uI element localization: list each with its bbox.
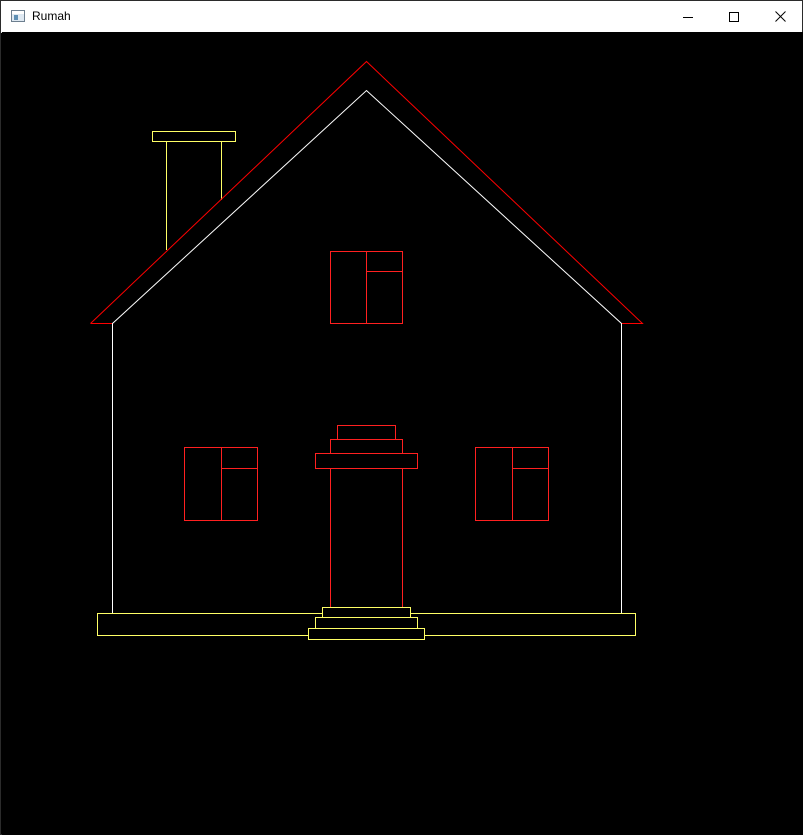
- minimize-icon: [683, 16, 693, 18]
- maximize-button[interactable]: [711, 1, 757, 32]
- close-icon: [774, 11, 786, 22]
- front-steps: [308, 607, 425, 640]
- close-button[interactable]: [757, 1, 803, 32]
- step-bottom: [308, 628, 425, 640]
- door-lintel: [315, 453, 418, 469]
- house-walls: [112, 89, 622, 614]
- app-window-icon: [11, 10, 25, 22]
- door: [315, 425, 418, 608]
- chimney: [152, 131, 236, 250]
- window-left: [184, 447, 258, 521]
- window-title: Rumah: [32, 9, 71, 23]
- step-top: [322, 607, 411, 618]
- door-pediment-top: [337, 425, 396, 440]
- maximize-icon: [729, 11, 739, 22]
- door-panel: [330, 468, 403, 608]
- app-window: Rumah: [0, 0, 803, 835]
- chimney-cap: [152, 131, 236, 142]
- house-drawing: [90, 60, 644, 640]
- window-right: [475, 447, 549, 521]
- title-bar[interactable]: Rumah: [1, 1, 802, 33]
- window-top: [330, 251, 403, 324]
- door-pediment-middle: [330, 439, 403, 454]
- step-middle: [315, 617, 418, 629]
- drawing-canvas: [2, 32, 803, 835]
- minimize-button[interactable]: [665, 1, 711, 32]
